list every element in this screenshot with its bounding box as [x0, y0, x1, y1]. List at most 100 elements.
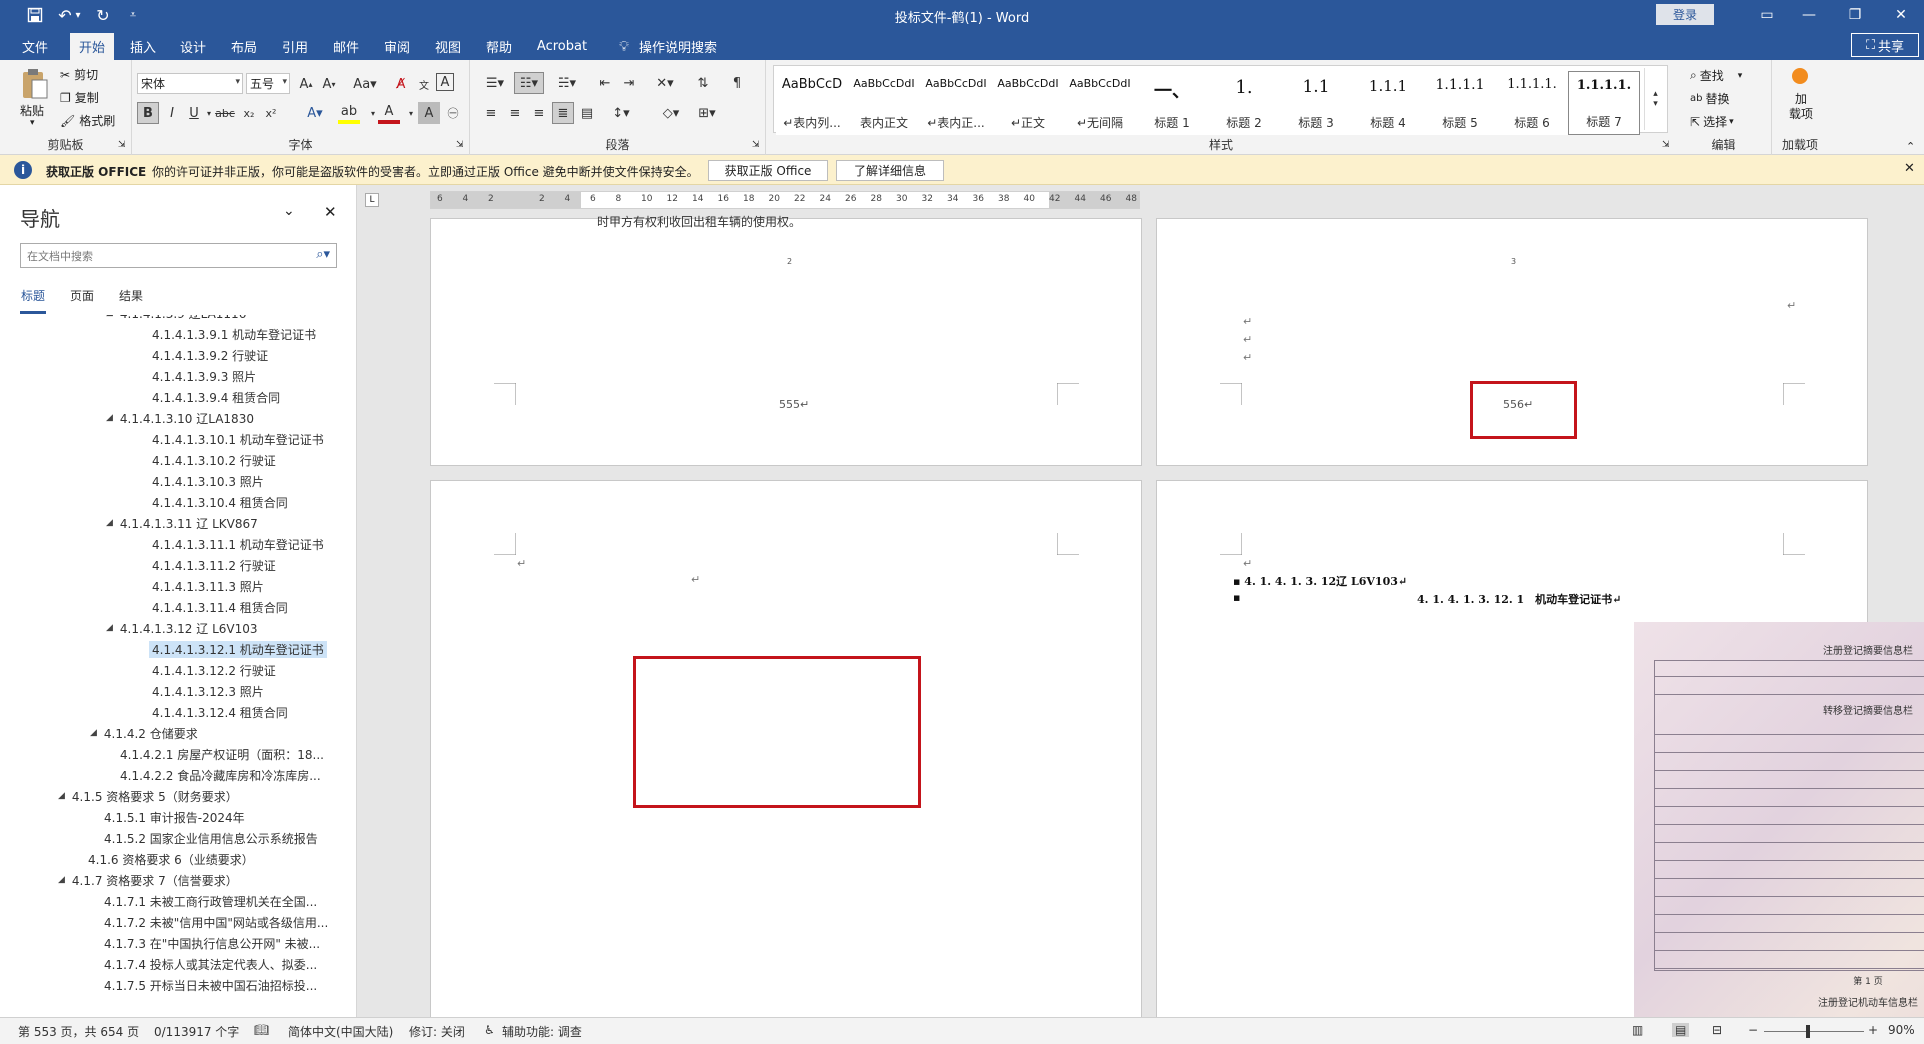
tab-layout[interactable]: 布局 — [223, 33, 265, 60]
style-item[interactable]: AaBbCcDdI ↵表内正... — [920, 71, 992, 135]
nav-heading-item[interactable]: 4.1.4.1.3.11.1 机动车登记证书 — [152, 534, 324, 554]
dialog-launcher-icon[interactable]: ⇲ — [118, 140, 126, 150]
bullets-icon[interactable]: ☰▾ — [480, 72, 510, 94]
read-mode-icon[interactable]: ▥ — [1632, 1023, 1643, 1037]
nav-heading-item[interactable]: 4.1.4.1.3.12.2 行驶证 — [152, 660, 276, 680]
tab-mailings[interactable]: 邮件 — [325, 33, 367, 60]
print-layout-icon[interactable]: ▤ — [1672, 1023, 1690, 1037]
nav-heading-item[interactable]: 4.1.4.1.3.10.1 机动车登记证书 — [152, 429, 324, 449]
change-case-icon[interactable]: Aa▾ — [350, 73, 380, 95]
subscript-icon[interactable]: x₂ — [238, 102, 260, 124]
login-button[interactable]: 登录 — [1656, 4, 1714, 25]
shrink-font-icon[interactable]: A ▾ — [318, 73, 340, 95]
dialog-launcher-icon[interactable]: ⇲ — [752, 140, 760, 150]
nav-heading-item[interactable]: 4.1.4.1.3.11.4 租赁合同 — [152, 597, 288, 617]
text-effects-icon[interactable]: A▾ — [304, 102, 326, 124]
enclose-characters-icon[interactable]: ㊀ — [442, 102, 464, 124]
addin-button[interactable]: 加 载项 — [1784, 92, 1818, 122]
paste-icon[interactable] — [18, 66, 52, 102]
share-button[interactable]: ⛶ 共享 — [1851, 33, 1919, 57]
get-genuine-button[interactable]: 获取正版 Office — [708, 160, 828, 181]
clear-format-icon[interactable]: A̸ — [390, 73, 412, 95]
redo-icon[interactable]: ↻ — [88, 0, 118, 30]
nav-heading-item[interactable]: 4.1.4.1.3.9.1 机动车登记证书 — [152, 324, 316, 344]
nav-heading-item[interactable]: ◢ 4.1.7 资格要求 7（信誉要求） — [58, 870, 238, 890]
nav-heading-item[interactable]: 4.1.6 资格要求 6（业绩要求） — [88, 849, 254, 869]
nav-heading-item[interactable]: ◢ 4.1.4.1.3.11 辽 LKV867 — [106, 513, 258, 533]
search-icon[interactable]: ⌕▾ — [316, 247, 330, 262]
show-marks-icon[interactable]: ¶ — [726, 72, 748, 94]
chinese-layout-icon[interactable]: ✕▾ — [650, 72, 680, 94]
nav-heading-item[interactable]: 4.1.7.5 开标当日未被中国石油招标投... — [104, 975, 317, 995]
bold-icon[interactable]: B — [137, 102, 159, 124]
find-button[interactable]: ⌕ 查找 ▾ — [1690, 67, 1742, 84]
distributed-icon[interactable]: ▤ — [576, 102, 598, 124]
strikethrough-icon[interactable]: abc — [214, 102, 236, 124]
shading-icon[interactable]: ◇▾ — [656, 102, 686, 124]
collapse-triangle-icon[interactable]: ◢ — [106, 518, 113, 528]
save-icon[interactable] — [20, 0, 50, 30]
style-item[interactable]: 1. 标题 2 — [1208, 71, 1280, 135]
collapse-triangle-icon[interactable]: ◢ — [90, 728, 97, 738]
zoom-slider[interactable] — [1764, 1031, 1864, 1032]
tab-help[interactable]: 帮助 — [478, 33, 520, 60]
style-item[interactable]: 1.1.1.1. 标题 6 — [1496, 71, 1568, 135]
nav-heading-item[interactable]: 4.1.4.2.2 食品冷藏库房和冷冻库房... — [120, 765, 321, 785]
align-center-icon[interactable]: ≡ — [504, 102, 526, 124]
learn-more-button[interactable]: 了解详细信息 — [836, 160, 944, 181]
format-painter-button[interactable]: 🖌︎ 格式刷 — [60, 112, 115, 129]
word-count[interactable]: 0/113917 个字 — [154, 1023, 239, 1040]
nav-heading-item[interactable]: 4.1.4.1.3.9.2 行驶证 — [152, 345, 268, 365]
web-layout-icon[interactable]: ⊟ — [1712, 1023, 1722, 1037]
nav-heading-item[interactable]: ◢ 4.1.4.1.3.12 辽 L6V103 — [106, 618, 258, 638]
font-color-icon[interactable]: A — [378, 102, 400, 124]
decrease-indent-icon[interactable]: ⇤ — [594, 72, 616, 94]
track-changes-status[interactable]: 修订: 关闭 — [409, 1023, 465, 1040]
copy-button[interactable]: ❐ 复制 — [60, 89, 99, 106]
nav-heading-item[interactable]: ◢ 4.1.4.2 仓储要求 — [90, 723, 198, 743]
addin-icon[interactable] — [1792, 68, 1808, 84]
font-name-combo[interactable]: 宋体 ▾ — [137, 73, 243, 94]
nav-search-input[interactable]: 在文档中搜索 ⌕▾ — [20, 243, 337, 268]
tab-home[interactable]: 开始 — [70, 33, 114, 60]
borders-icon[interactable]: ⊞▾ — [692, 102, 722, 124]
tab-acrobat[interactable]: Acrobat — [532, 33, 592, 60]
tab-view[interactable]: 视图 — [427, 33, 469, 60]
highlight-icon[interactable]: ab — [338, 102, 360, 124]
zoom-in-icon[interactable]: + — [1868, 1023, 1878, 1037]
grow-font-icon[interactable]: A ▴ — [295, 73, 317, 95]
numbering-icon[interactable]: ☷▾ — [514, 72, 544, 94]
nav-heading-item[interactable]: 4.1.4.2.1 房屋产权证明（面积：18... — [120, 744, 324, 764]
nav-heading-item[interactable]: 4.1.4.1.3.10.4 租赁合同 — [152, 492, 288, 512]
dialog-launcher-icon[interactable]: ⇲ — [1662, 140, 1670, 150]
multilevel-list-icon[interactable]: ☵▾ — [552, 72, 582, 94]
phonetic-guide-icon[interactable]: 文 — [413, 73, 435, 95]
style-item[interactable]: AaBbCcDdI ↵正文 — [992, 71, 1064, 135]
nav-heading-item[interactable]: 4.1.7.3 在"中国执行信息公开网" 未被... — [104, 933, 320, 953]
superscript-icon[interactable]: x² — [260, 102, 282, 124]
customize-icon[interactable]: ⩡ — [118, 0, 148, 30]
collapse-ribbon-icon[interactable]: ⌃ — [1906, 140, 1915, 153]
nav-heading-item[interactable]: 4.1.4.1.3.9.4 租赁合同 — [152, 387, 280, 407]
close-icon[interactable]: ✕ — [324, 203, 337, 221]
zoom-out-icon[interactable]: − — [1748, 1023, 1758, 1037]
nav-heading-item[interactable]: 4.1.4.1.3.10.2 行驶证 — [152, 450, 276, 470]
style-item[interactable]: 一、 标题 1 — [1136, 71, 1208, 135]
accessibility-status[interactable]: 辅助功能: 调查 — [502, 1023, 582, 1040]
zoom-slider-thumb[interactable] — [1806, 1025, 1810, 1038]
tab-design[interactable]: 设计 — [172, 33, 214, 60]
nav-tab-pages[interactable]: 页面 — [70, 287, 94, 304]
align-left-icon[interactable]: ≡ — [480, 102, 502, 124]
restore-icon[interactable]: ❐ — [1832, 0, 1878, 30]
collapse-triangle-icon[interactable]: ◢ — [58, 875, 65, 885]
nav-heading-item[interactable]: 4.1.5.1 审计报告-2024年 — [104, 807, 245, 827]
nav-heading-item[interactable]: 4.1.4.1.3.12.3 照片 — [152, 681, 264, 701]
nav-heading-item[interactable]: ◢ 4.1.4.1.3.10 辽LA1830 — [106, 408, 254, 428]
ribbon-display-icon[interactable]: ▭ — [1744, 0, 1790, 30]
nav-heading-item[interactable]: ◢ 4.1.5 资格要求 5（财务要求） — [58, 786, 238, 806]
gallery-more-icon[interactable]: ▴ ▾ — [1644, 68, 1666, 130]
font-size-combo[interactable]: 五号 ▾ — [246, 73, 290, 94]
nav-heading-item[interactable]: 4.1.4.1.3.11.3 照片 — [152, 576, 264, 596]
proofing-icon[interactable]: 📖︎ — [254, 1023, 269, 1037]
nav-heading-item[interactable]: 4.1.4.1.3.10.3 照片 — [152, 471, 264, 491]
